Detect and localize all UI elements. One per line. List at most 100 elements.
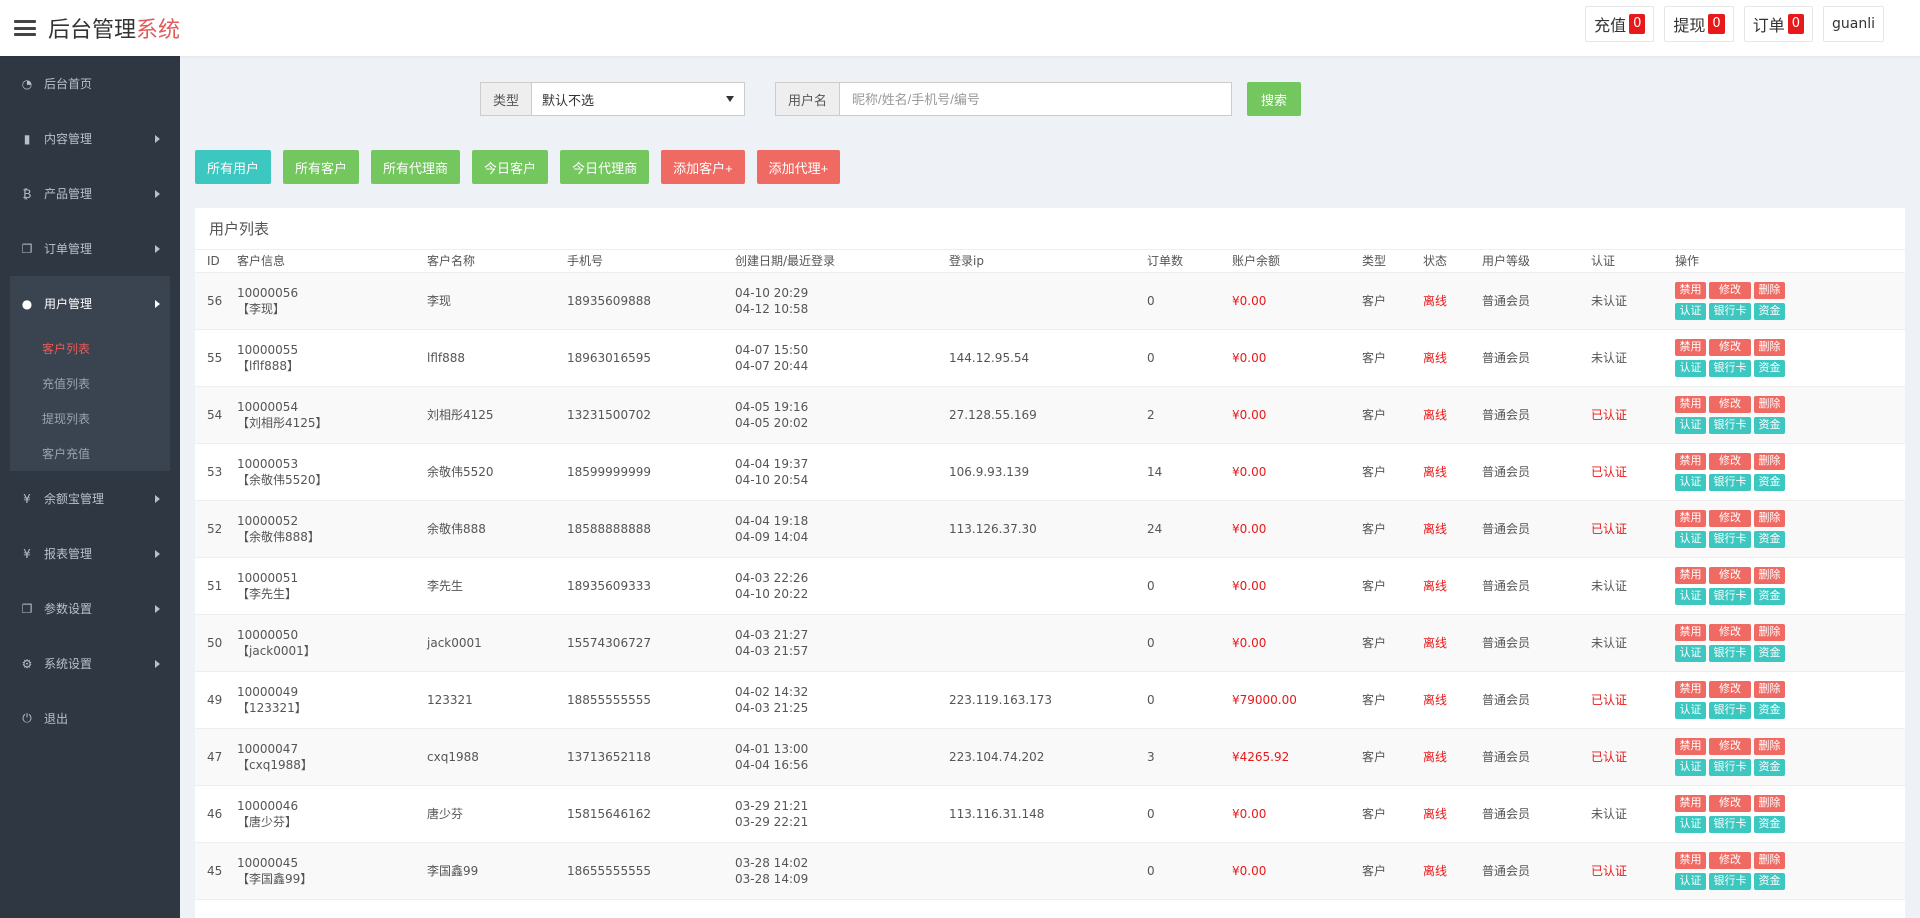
all-users-button[interactable]: 所有用户 <box>195 150 272 184</box>
delete-button[interactable]: 删除 <box>1754 680 1785 698</box>
edit-button[interactable]: 修改 <box>1709 452 1751 470</box>
verify-button[interactable]: 认证 <box>1675 416 1706 434</box>
delete-button[interactable]: 删除 <box>1754 338 1785 356</box>
funds-button[interactable]: 资金 <box>1754 587 1785 605</box>
bank-card-button[interactable]: 银行卡 <box>1709 359 1751 377</box>
disable-button[interactable]: 禁用 <box>1675 566 1706 584</box>
disable-button[interactable]: 禁用 <box>1675 281 1706 299</box>
disable-button[interactable]: 禁用 <box>1675 338 1706 356</box>
disable-button[interactable]: 禁用 <box>1675 452 1706 470</box>
sidebar-item-content[interactable]: ▮ 内容管理 <box>0 111 180 166</box>
sidebar-subitem-withdraw-list[interactable]: 提现列表 <box>10 401 170 436</box>
add-customer-button[interactable]: 添加客户+ <box>661 150 745 184</box>
delete-button[interactable]: 删除 <box>1754 281 1785 299</box>
verify-button[interactable]: 认证 <box>1675 530 1706 548</box>
sidebar-item-params[interactable]: ❐ 参数设置 <box>0 581 180 636</box>
sidebar-item-system[interactable]: ⚙ 系统设置 <box>0 636 180 691</box>
bank-card-button[interactable]: 银行卡 <box>1709 416 1751 434</box>
table-row: 46 10000046 【唐少芬】 唐少芬 15815646162 03-29 21:21… <box>195 785 1905 843</box>
edit-button[interactable]: 修改 <box>1709 509 1751 527</box>
disable-button[interactable]: 禁用 <box>1675 794 1706 812</box>
sidebar-subitem-customer-recharge[interactable]: 客户充值 <box>10 436 170 471</box>
funds-button[interactable]: 资金 <box>1754 815 1785 833</box>
today-agents-button[interactable]: 今日代理商 <box>560 150 650 184</box>
cell-dates-line: 04-12 10:58 <box>735 301 809 316</box>
verify-button[interactable]: 认证 <box>1675 473 1706 491</box>
funds-button[interactable]: 资金 <box>1754 416 1785 434</box>
edit-button[interactable]: 修改 <box>1709 794 1751 812</box>
verify-button[interactable]: 认证 <box>1675 701 1706 719</box>
disable-button[interactable]: 禁用 <box>1675 851 1706 869</box>
sidebar-subitem-customer-list[interactable]: 客户列表 <box>10 331 170 366</box>
funds-button[interactable]: 资金 <box>1754 758 1785 776</box>
bank-card-button[interactable]: 银行卡 <box>1709 530 1751 548</box>
disable-button[interactable]: 禁用 <box>1675 509 1706 527</box>
verify-button[interactable]: 认证 <box>1675 587 1706 605</box>
delete-button[interactable]: 删除 <box>1754 851 1785 869</box>
delete-button[interactable]: 删除 <box>1754 509 1785 527</box>
verify-button[interactable]: 认证 <box>1675 302 1706 320</box>
user-search-input[interactable] <box>840 82 1233 116</box>
disable-button[interactable]: 禁用 <box>1675 680 1706 698</box>
sidebar-subitem-recharge-list[interactable]: 充值列表 <box>10 366 170 401</box>
verify-button[interactable]: 认证 <box>1675 758 1706 776</box>
sidebar-item-home[interactable]: ◔ 后台首页 <box>0 56 180 111</box>
funds-button[interactable]: 资金 <box>1754 530 1785 548</box>
bank-card-button[interactable]: 银行卡 <box>1709 872 1751 890</box>
bank-card-button[interactable]: 银行卡 <box>1709 302 1751 320</box>
funds-button[interactable]: 资金 <box>1754 473 1785 491</box>
verify-button[interactable]: 认证 <box>1675 359 1706 377</box>
edit-button[interactable]: 修改 <box>1709 623 1751 641</box>
delete-button[interactable]: 删除 <box>1754 737 1785 755</box>
recharge-button[interactable]: 充值 0 <box>1585 6 1655 42</box>
delete-button[interactable]: 删除 <box>1754 395 1785 413</box>
bank-card-button[interactable]: 银行卡 <box>1709 473 1751 491</box>
edit-button[interactable]: 修改 <box>1709 851 1751 869</box>
edit-button[interactable]: 修改 <box>1709 395 1751 413</box>
sidebar-item-yuebao[interactable]: ¥ 余额宝管理 <box>0 471 180 526</box>
sidebar-item-logout[interactable]: ⏻ 退出 <box>0 691 180 746</box>
bank-card-button[interactable]: 银行卡 <box>1709 815 1751 833</box>
add-agent-button[interactable]: 添加代理+ <box>756 150 841 184</box>
sidebar-item-products[interactable]: ₿ 产品管理 <box>0 166 180 221</box>
table-row: 54 10000054 【刘相彤4125】 刘相彤4125 13231500702 04-… <box>195 386 1905 444</box>
funds-button[interactable]: 资金 <box>1754 872 1785 890</box>
edit-button[interactable]: 修改 <box>1709 281 1751 299</box>
sidebar-item-orders[interactable]: ❐ 订单管理 <box>0 221 180 276</box>
withdraw-button[interactable]: 提现 0 <box>1664 6 1734 42</box>
verify-button[interactable]: 认证 <box>1675 815 1706 833</box>
delete-button[interactable]: 删除 <box>1754 623 1785 641</box>
funds-button[interactable]: 资金 <box>1754 701 1785 719</box>
delete-button[interactable]: 删除 <box>1754 794 1785 812</box>
cell-customer-name: 123321 <box>413 671 553 729</box>
funds-button[interactable]: 资金 <box>1754 359 1785 377</box>
edit-button[interactable]: 修改 <box>1709 737 1751 755</box>
type-select[interactable]: 默认不选 <box>532 82 746 116</box>
edit-button[interactable]: 修改 <box>1709 680 1751 698</box>
verify-button[interactable]: 认证 <box>1675 644 1706 662</box>
delete-button[interactable]: 删除 <box>1754 452 1785 470</box>
search-button[interactable]: 搜索 <box>1247 82 1302 116</box>
sidebar-item-label: 余额宝管理 <box>44 492 105 506</box>
disable-button[interactable]: 禁用 <box>1675 623 1706 641</box>
bank-card-button[interactable]: 银行卡 <box>1709 644 1751 662</box>
user-menu-button[interactable]: guanli <box>1823 6 1884 42</box>
all-customers-button[interactable]: 所有客户 <box>283 150 360 184</box>
disable-button[interactable]: 禁用 <box>1675 737 1706 755</box>
edit-button[interactable]: 修改 <box>1709 338 1751 356</box>
bank-card-button[interactable]: 银行卡 <box>1709 587 1751 605</box>
sidebar-item-users[interactable]: ● 用户管理 <box>10 276 170 331</box>
disable-button[interactable]: 禁用 <box>1675 395 1706 413</box>
bank-card-button[interactable]: 银行卡 <box>1709 758 1751 776</box>
sidebar-item-reports[interactable]: ¥ 报表管理 <box>0 526 180 581</box>
all-agents-button[interactable]: 所有代理商 <box>371 150 461 184</box>
menu-toggle-icon[interactable] <box>14 20 36 36</box>
verify-button[interactable]: 认证 <box>1675 872 1706 890</box>
today-customers-button[interactable]: 今日客户 <box>472 150 549 184</box>
edit-button[interactable]: 修改 <box>1709 566 1751 584</box>
funds-button[interactable]: 资金 <box>1754 644 1785 662</box>
bank-card-button[interactable]: 银行卡 <box>1709 701 1751 719</box>
orders-button[interactable]: 订单 0 <box>1743 6 1813 42</box>
funds-button[interactable]: 资金 <box>1754 302 1785 320</box>
delete-button[interactable]: 删除 <box>1754 566 1785 584</box>
